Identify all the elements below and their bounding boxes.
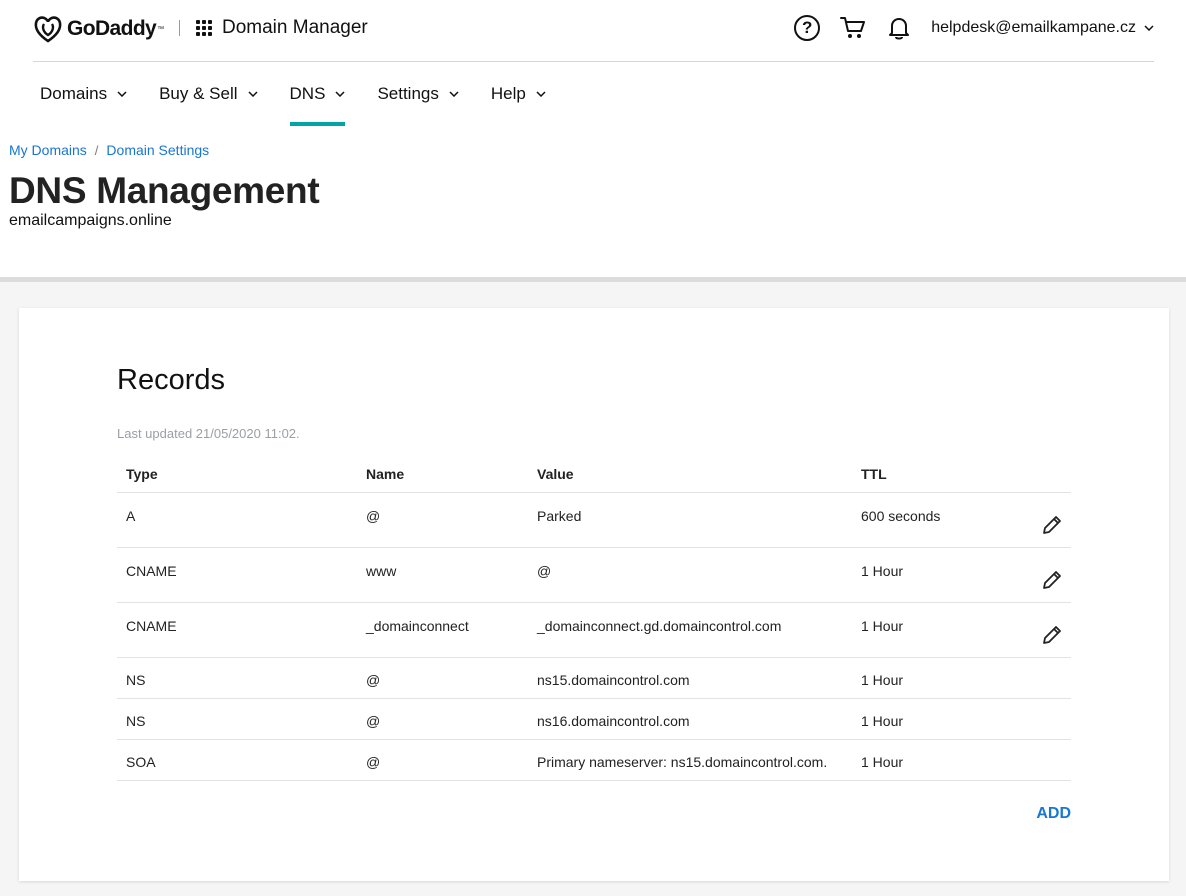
- chevron-down-icon: [335, 91, 345, 97]
- nav-dns[interactable]: DNS: [289, 62, 346, 126]
- breadcrumb: My Domains / Domain Settings: [9, 142, 209, 158]
- table-row: NS @ ns16.domaincontrol.com 1 Hour: [117, 699, 1071, 740]
- page-title: DNS Management: [9, 170, 320, 211]
- app-grid-icon[interactable]: [196, 20, 212, 36]
- add-record-button[interactable]: ADD: [1036, 805, 1071, 823]
- help-circle-icon: ?: [794, 15, 821, 41]
- column-ttl: TTL: [861, 466, 887, 482]
- pencil-icon[interactable]: [1041, 624, 1063, 646]
- nav-buy-sell[interactable]: Buy & Sell: [159, 62, 258, 126]
- pencil-icon[interactable]: [1041, 514, 1063, 536]
- records-card: Records Last updated 21/05/2020 11:02. T…: [19, 308, 1169, 881]
- breadcrumb-my-domains[interactable]: My Domains: [9, 142, 87, 158]
- breadcrumb-separator: /: [94, 142, 99, 158]
- cart-button[interactable]: [839, 14, 867, 42]
- chevron-down-icon: [536, 91, 546, 97]
- help-button[interactable]: ?: [793, 14, 821, 42]
- table-row: CNAME _domainconnect _domainconnect.gd.d…: [117, 603, 1071, 658]
- chevron-down-icon: [1144, 25, 1154, 31]
- account-email: helpdesk@emailkampane.cz: [931, 19, 1136, 36]
- table-row: NS @ ns15.domaincontrol.com 1 Hour: [117, 658, 1071, 699]
- account-menu[interactable]: helpdesk@emailkampane.cz: [931, 19, 1154, 37]
- notifications-button[interactable]: [885, 14, 913, 42]
- bell-icon: [889, 18, 910, 40]
- main-nav: Domains Buy & Sell DNS Settings Help: [40, 62, 578, 126]
- records-title: Records: [117, 364, 225, 396]
- godaddy-logo-icon: [34, 16, 62, 43]
- chevron-down-icon: [117, 91, 127, 97]
- table-row: CNAME www @ 1 Hour: [117, 548, 1071, 603]
- table-row: A @ Parked 600 seconds: [117, 493, 1071, 548]
- nav-help[interactable]: Help: [491, 62, 546, 126]
- chevron-down-icon: [449, 91, 459, 97]
- header-divider: [179, 20, 180, 36]
- column-name: Name: [366, 466, 405, 482]
- table-row: SOA @ Primary nameserver: ns15.domaincon…: [117, 740, 1071, 781]
- column-value: Value: [537, 466, 574, 482]
- godaddy-logo[interactable]: GoDaddy ™: [33, 15, 164, 43]
- top-bar: GoDaddy ™ Domain Manager ? helpdesk@email…: [33, 0, 1154, 62]
- pencil-icon[interactable]: [1041, 569, 1063, 591]
- table-header: Type Name Value TTL: [117, 456, 1071, 493]
- column-type: Type: [126, 466, 158, 482]
- nav-domains[interactable]: Domains: [40, 62, 127, 126]
- domain-name: emailcampaigns.online: [9, 212, 172, 229]
- chevron-down-icon: [248, 91, 258, 97]
- header-actions: ? helpdesk@emailkampane.cz: [793, 14, 1154, 42]
- records-table: Type Name Value TTL A @ Parked 600 secon…: [117, 456, 1071, 781]
- cart-icon: [840, 17, 866, 38]
- nav-settings[interactable]: Settings: [377, 62, 459, 126]
- last-updated: Last updated 21/05/2020 11:02.: [117, 426, 300, 441]
- brand-name: GoDaddy: [67, 17, 157, 40]
- breadcrumb-domain-settings[interactable]: Domain Settings: [106, 142, 209, 158]
- app-title: Domain Manager: [222, 17, 368, 38]
